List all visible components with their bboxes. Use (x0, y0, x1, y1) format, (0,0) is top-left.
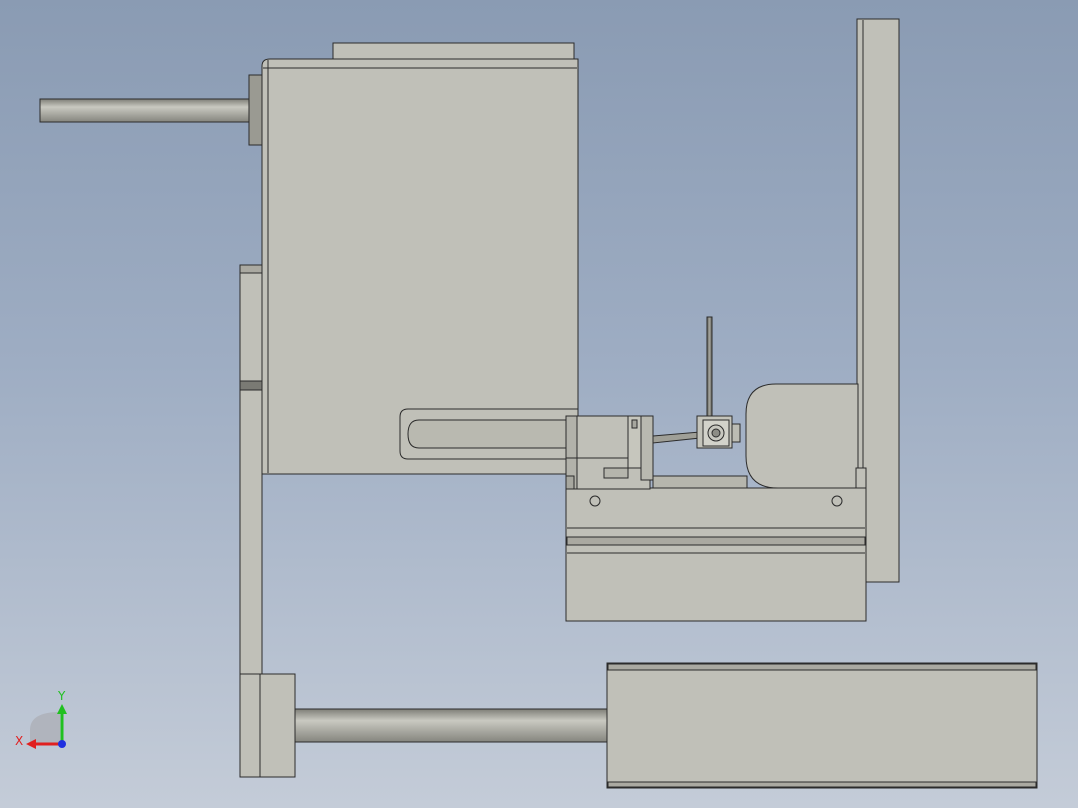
triad-y-label: Y (57, 689, 66, 703)
assembly-drawing: X Y (15, 18, 1038, 789)
sensor-arm (652, 316, 741, 449)
main-housing (261, 42, 579, 475)
slide-block (565, 487, 867, 622)
view-triad (26, 704, 67, 749)
top-left-shaft (39, 74, 264, 146)
cad-viewport[interactable]: X Y (0, 0, 1078, 808)
bottom-shaft (294, 708, 610, 743)
triad-x-label: X (15, 734, 23, 748)
bottom-cylinder-body (606, 662, 1038, 789)
motor-housing (745, 383, 867, 489)
